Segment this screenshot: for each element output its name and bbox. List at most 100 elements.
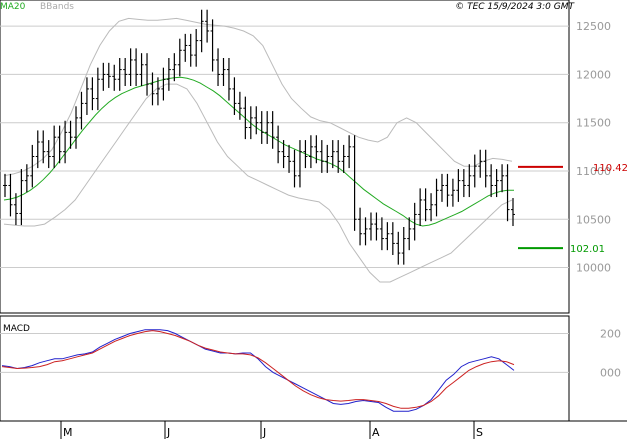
macd-title: MACD bbox=[3, 324, 30, 334]
price-y-tick: 12500 bbox=[576, 20, 611, 33]
price-bars bbox=[3, 9, 515, 265]
price-bar bbox=[461, 169, 466, 198]
price-bar bbox=[237, 91, 242, 120]
price-bar bbox=[57, 125, 62, 164]
price-bar bbox=[8, 173, 13, 217]
legend-bbands: BBands bbox=[40, 2, 74, 12]
price-bar bbox=[79, 91, 84, 130]
price-y-tick: 10000 bbox=[576, 262, 611, 275]
price-bar bbox=[199, 9, 204, 53]
price-bar bbox=[210, 19, 215, 72]
price-bar bbox=[336, 140, 341, 173]
price-bar bbox=[265, 111, 270, 144]
price-bar bbox=[226, 58, 231, 101]
price-bar bbox=[287, 144, 292, 173]
price-bar bbox=[19, 169, 24, 226]
price-bar bbox=[325, 144, 330, 173]
signal-line bbox=[1, 330, 515, 409]
price-bar bbox=[308, 135, 313, 169]
price-bar bbox=[194, 29, 199, 67]
price-bar bbox=[101, 62, 106, 91]
price-bar bbox=[297, 140, 302, 188]
x-axis-month-label: J bbox=[166, 426, 170, 439]
price-bar bbox=[221, 58, 226, 87]
price-bar bbox=[52, 125, 57, 169]
price-bar bbox=[106, 62, 111, 88]
legend: MA20 BBands bbox=[0, 2, 74, 12]
price-bar bbox=[84, 77, 89, 115]
price-bar bbox=[450, 178, 455, 207]
price-y-tick: 11500 bbox=[576, 117, 611, 130]
macd-line bbox=[1, 329, 515, 412]
price-bar bbox=[385, 222, 390, 251]
price-bar bbox=[390, 222, 395, 255]
price-bar bbox=[456, 169, 461, 202]
price-bar bbox=[358, 207, 363, 246]
macd-panel bbox=[0, 315, 570, 422]
price-bar bbox=[90, 77, 95, 111]
price-bar bbox=[511, 198, 515, 227]
price-bar bbox=[434, 178, 439, 217]
copyright-label: © TEC 15/9/2024 3:0 GMT bbox=[455, 2, 575, 12]
price-y-tick: 12000 bbox=[576, 68, 611, 81]
price-bar bbox=[128, 48, 133, 87]
price-bar bbox=[423, 188, 428, 222]
x-axis-month-label: J bbox=[262, 426, 266, 439]
price-bar bbox=[41, 130, 46, 164]
bbands-upper-line bbox=[3, 17, 513, 177]
macd-grid bbox=[0, 333, 569, 373]
price-bar bbox=[3, 173, 7, 198]
price-bar bbox=[407, 217, 412, 251]
price-bar bbox=[368, 212, 373, 241]
macd-y-axis: 200 000 bbox=[600, 328, 621, 380]
price-bar bbox=[254, 106, 259, 135]
price-bar bbox=[276, 125, 281, 164]
price-bar bbox=[112, 64, 117, 91]
price-bar bbox=[341, 144, 346, 173]
price-bar bbox=[177, 38, 182, 77]
price-bar bbox=[347, 135, 352, 169]
price-bar bbox=[139, 53, 144, 87]
resistance-level-label: 110.42 bbox=[593, 163, 627, 174]
price-bar bbox=[172, 53, 177, 82]
price-bar bbox=[500, 164, 505, 193]
price-bar bbox=[134, 48, 139, 87]
support-level-label: 102.01 bbox=[570, 244, 605, 255]
price-bar bbox=[150, 72, 155, 106]
price-bar bbox=[243, 96, 248, 140]
price-bar bbox=[188, 33, 193, 67]
price-bar bbox=[35, 130, 40, 169]
price-y-axis: 125001200011500110001050010000 bbox=[576, 20, 611, 274]
price-y-tick: 10500 bbox=[576, 213, 611, 226]
price-bar bbox=[429, 193, 434, 222]
macd-y-tick: 200 bbox=[600, 328, 621, 341]
price-bar bbox=[270, 111, 275, 149]
price-bar bbox=[74, 106, 79, 149]
price-bar bbox=[123, 58, 128, 87]
x-axis-month-label: A bbox=[372, 426, 380, 439]
price-bar bbox=[439, 173, 444, 202]
price-bar bbox=[161, 67, 166, 101]
price-bar bbox=[216, 48, 221, 87]
x-axis-month-label: M bbox=[63, 426, 73, 439]
price-bar bbox=[292, 149, 297, 188]
price-bar bbox=[379, 217, 384, 251]
ma20-line bbox=[3, 76, 514, 227]
price-bar bbox=[319, 140, 324, 173]
price-bar bbox=[183, 33, 188, 62]
x-axis-months: MJJAS bbox=[60, 421, 483, 439]
price-bar bbox=[467, 164, 472, 198]
price-bar bbox=[505, 164, 510, 222]
legend-ma20: MA20 bbox=[0, 2, 26, 12]
price-grid bbox=[0, 25, 569, 269]
price-bar bbox=[489, 164, 494, 198]
price-bar bbox=[396, 231, 401, 265]
price-bar bbox=[401, 226, 406, 265]
price-bar bbox=[412, 202, 417, 241]
price-bar bbox=[363, 217, 368, 246]
price-bar bbox=[418, 188, 423, 227]
x-axis-month-label: S bbox=[476, 426, 483, 439]
price-bar bbox=[259, 111, 264, 144]
price-bar bbox=[374, 212, 379, 241]
stock-chart: MA20 BBands © TEC 15/9/2024 3:0 GMT 1250… bbox=[0, 0, 627, 439]
